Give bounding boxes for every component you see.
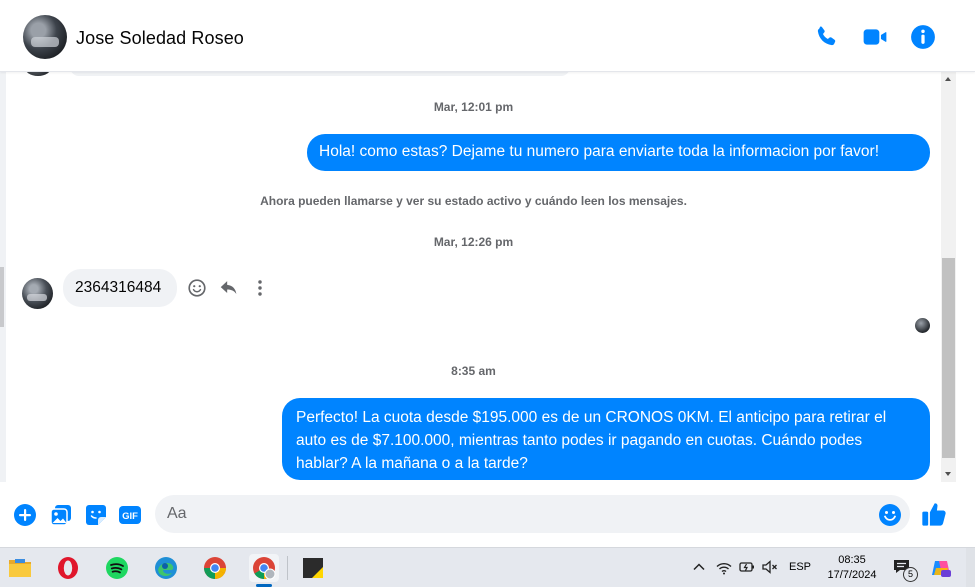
incoming-message[interactable]: 2364316484 [63,269,177,307]
scroll-up-arrow-icon[interactable] [941,72,956,87]
phone-icon[interactable] [813,24,839,50]
thumbs-up-icon[interactable] [920,500,948,528]
scroll-down-arrow-icon[interactable] [941,467,956,482]
sticker-icon[interactable] [84,503,108,527]
system-clock[interactable]: 08:35 17/7/2024 [822,553,882,583]
system-notice: Ahora pueden llamarse y ver su estado ac… [260,194,687,208]
file-explorer-icon[interactable] [5,554,35,582]
plus-circle-icon[interactable] [13,503,37,527]
previous-message-bubble [70,72,570,76]
chevron-up-icon[interactable] [690,558,708,576]
wifi-icon[interactable] [715,558,733,576]
previous-message-avatar [24,72,52,76]
video-camera-icon[interactable] [862,24,888,50]
message-thread: Mar, 12:01 pm Hola! como estas? Dejame t… [6,72,941,482]
info-icon[interactable] [910,24,936,50]
gif-icon[interactable]: GIF [118,503,142,527]
seen-receipt-avatar [915,318,930,333]
battery-charging-icon[interactable] [738,558,756,576]
chat-header: Jose Soledad Roseo [0,0,975,72]
smile-react-icon[interactable] [186,277,208,299]
notification-center[interactable]: 5 [892,557,918,582]
spotify-icon[interactable] [102,554,132,582]
outgoing-message[interactable]: Perfecto! La cuota desde $195.000 es de … [282,398,930,480]
contact-name[interactable]: Jose Soledad Roseo [76,28,244,49]
message-input[interactable] [167,495,867,533]
clock-date: 17/7/2024 [827,569,877,581]
taskbar-separator [287,556,288,580]
windows-taskbar: ESP 08:35 17/7/2024 5 [0,547,975,587]
reply-icon[interactable] [218,277,240,299]
message-timestamp: Mar, 12:01 pm [433,100,514,114]
thread-scrollbar[interactable] [941,72,956,482]
chrome-icon[interactable] [200,554,230,582]
message-composer: GIF [0,482,975,547]
clock-time: 08:35 [838,554,866,566]
photo-icon[interactable] [49,503,73,527]
opera-icon[interactable] [53,554,83,582]
sticky-notes-icon[interactable] [298,554,328,582]
notification-count-badge: 5 [903,567,918,582]
show-desktop-strip[interactable] [966,548,975,587]
left-panel-scroll-thumb[interactable] [0,267,4,327]
scroll-thumb[interactable] [942,258,955,458]
chrome-profile-icon[interactable] [249,554,279,582]
message-timestamp: 8:35 am [451,364,496,378]
edge-icon[interactable] [151,554,181,582]
volume-muted-icon[interactable] [761,558,779,576]
message-timestamp: Mar, 12:26 pm [433,235,514,249]
copilot-icon[interactable] [930,557,952,579]
gif-label: GIF [122,511,138,522]
contact-avatar[interactable] [23,15,67,59]
more-vertical-icon[interactable] [249,277,271,299]
emoji-icon[interactable] [878,503,902,527]
outgoing-message[interactable]: Hola! como estas? Dejame tu numero para … [307,134,930,171]
language-indicator[interactable]: ESP [789,561,811,573]
sender-avatar[interactable] [22,278,53,309]
message-input-box[interactable] [155,495,910,533]
